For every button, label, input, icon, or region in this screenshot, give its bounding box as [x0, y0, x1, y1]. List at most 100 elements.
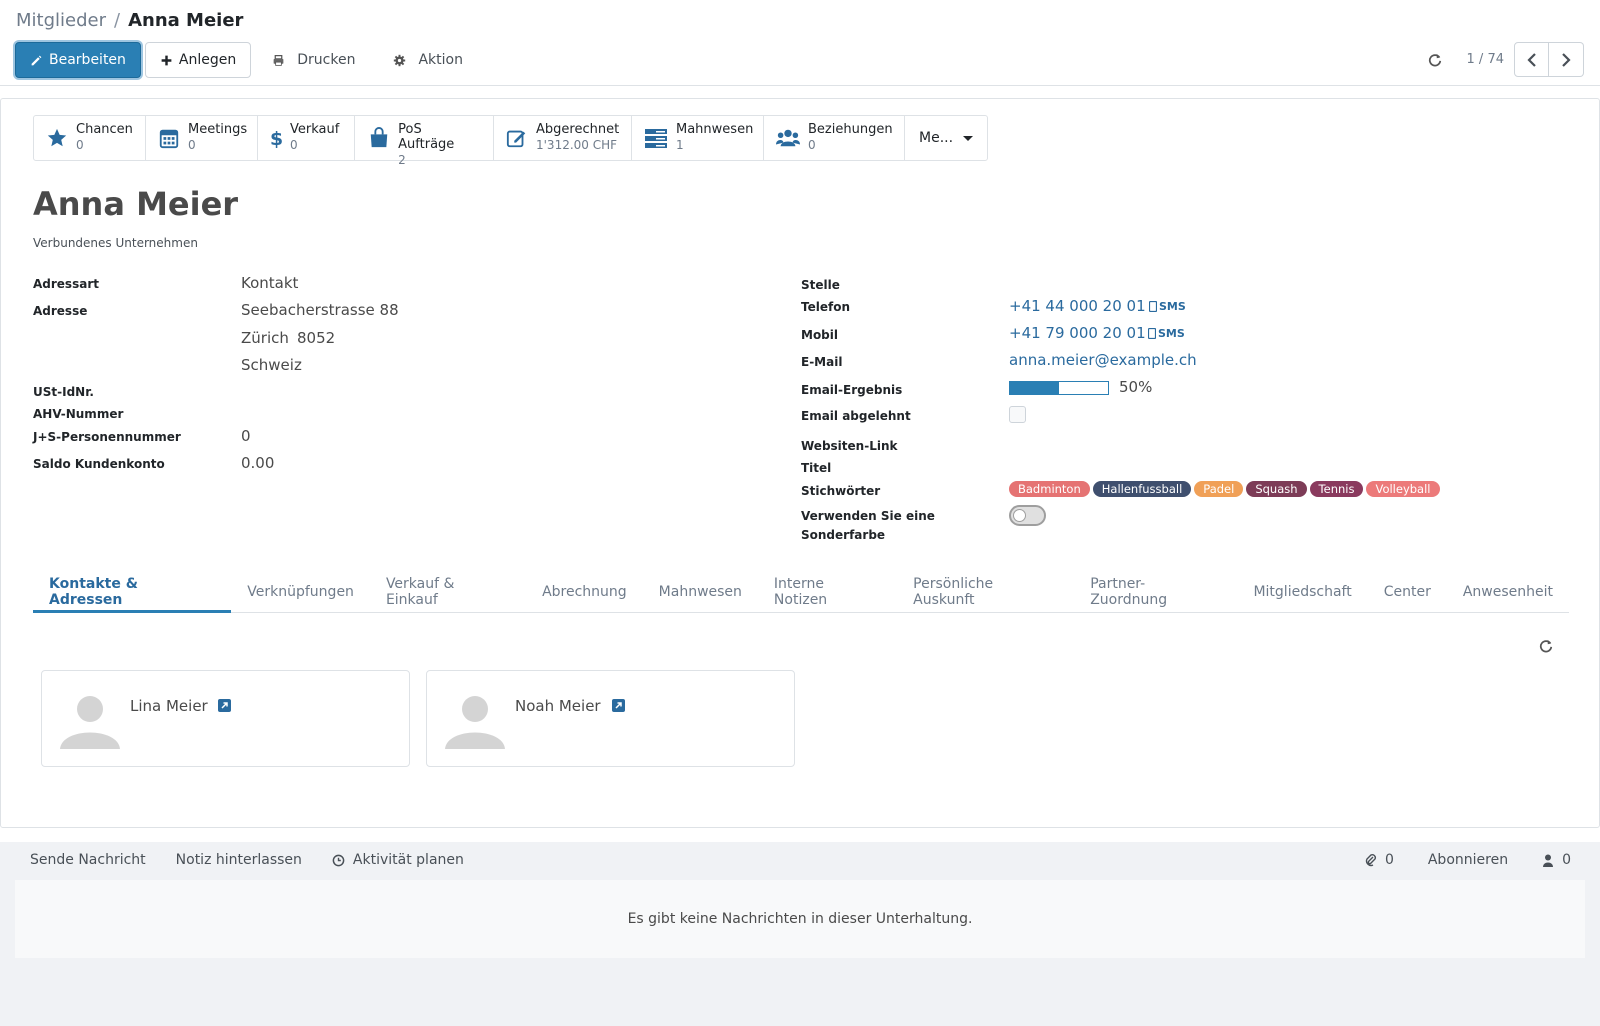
- action-button[interactable]: Aktion: [376, 42, 480, 78]
- pager-next-button[interactable]: [1549, 42, 1584, 77]
- tab-personal-info[interactable]: Persönliche Auskunft: [897, 571, 1074, 613]
- contact-card[interactable]: Noah Meier: [426, 670, 795, 767]
- tag-badminton[interactable]: Badminton: [1009, 481, 1090, 497]
- tab-links[interactable]: Verknüpfungen: [231, 571, 370, 613]
- contacts-refresh-button[interactable]: [1539, 639, 1553, 657]
- schedule-activity-button[interactable]: Aktivität planen: [317, 852, 479, 868]
- calendar-icon: [158, 126, 180, 150]
- zip-field[interactable]: 8052: [297, 329, 335, 347]
- caret-down-icon: [963, 135, 974, 141]
- tag-squash[interactable]: Squash: [1246, 481, 1307, 497]
- svg-text:$: $: [270, 129, 282, 150]
- stat-button-dunning[interactable]: Mahnwesen 1: [632, 116, 764, 160]
- special-color-toggle[interactable]: [1009, 505, 1046, 526]
- action-button-label: Aktion: [418, 52, 463, 68]
- stat-value: 0: [76, 138, 84, 152]
- chatter-topbar: Sende Nachricht Notiz hinterlassen Aktiv…: [0, 842, 1600, 878]
- address-label: Adresse: [33, 304, 88, 318]
- js-number-value[interactable]: 0: [241, 427, 251, 445]
- tab-center[interactable]: Center: [1368, 571, 1447, 613]
- attachments-count: 0: [1384, 852, 1394, 868]
- create-button-label: Anlegen: [178, 52, 237, 68]
- stat-value: 0: [188, 138, 196, 152]
- company-field[interactable]: Verbundenes Unternehmen: [33, 236, 198, 250]
- avatar-placeholder-icon: [445, 696, 505, 749]
- phone-link[interactable]: +41 44 000 20 01: [1009, 297, 1146, 315]
- stat-value: 1'312.00 CHF: [536, 138, 618, 152]
- stat-button-invoiced[interactable]: Abgerechnet 1'312.00 CHF: [494, 116, 632, 160]
- balance-label: Saldo Kundenkonto: [33, 457, 165, 471]
- attachments-button[interactable]: 0: [1350, 852, 1409, 868]
- pager-previous-button[interactable]: [1514, 42, 1549, 77]
- mobile-link[interactable]: +41 79 000 20 01: [1009, 324, 1146, 342]
- address-type-label: Adressart: [33, 277, 99, 291]
- special-color-label-line1: Verwenden Sie eine: [801, 509, 935, 523]
- stat-value: 0: [290, 138, 298, 152]
- tags-list[interactable]: Badminton Hallenfussball Padel Squash Te…: [1009, 481, 1440, 497]
- js-number-label: J+S-Personennummer: [33, 430, 181, 444]
- city-field[interactable]: Zürich: [241, 329, 289, 347]
- tab-invoicing[interactable]: Abrechnung: [526, 571, 643, 613]
- phone-sms-label: SMS: [1159, 300, 1186, 313]
- stat-button-meetings[interactable]: Meetings 0: [146, 116, 258, 160]
- tag-tennis[interactable]: Tennis: [1309, 481, 1364, 497]
- mobile-phone-icon: [1148, 328, 1156, 339]
- breadcrumb-parent-link[interactable]: Mitglieder: [16, 10, 106, 31]
- follow-button[interactable]: Abonnieren: [1413, 852, 1523, 868]
- empty-thread-message: Es gibt keine Nachrichten in dieser Unte…: [627, 911, 973, 927]
- tab-membership[interactable]: Mitgliedschaft: [1237, 571, 1367, 613]
- send-message-button[interactable]: Sende Nachricht: [15, 852, 161, 868]
- tab-partner-assignment[interactable]: Partner-Zuordnung: [1074, 571, 1237, 613]
- pager-value[interactable]: 1 / 74: [1467, 52, 1504, 67]
- stat-button-relations[interactable]: Beziehungen 0: [764, 116, 905, 160]
- tab-contacts-addresses[interactable]: Kontakte & Adressen: [33, 571, 232, 613]
- chevron-right-icon: [1562, 52, 1571, 67]
- tag-padel[interactable]: Padel: [1194, 481, 1244, 497]
- stat-title: Abgerechnet: [536, 122, 620, 137]
- stat-button-opportunities[interactable]: Chancen 0: [34, 116, 146, 160]
- email-declined-checkbox[interactable]: [1009, 406, 1026, 423]
- tab-attendance[interactable]: Anwesenheit: [1447, 571, 1569, 613]
- vat-label: USt-IdNr.: [33, 385, 94, 399]
- print-icon: [273, 54, 284, 66]
- tag-volleyball[interactable]: Volleyball: [1366, 481, 1440, 497]
- followers-button[interactable]: 0: [1527, 852, 1586, 868]
- contact-card[interactable]: Lina Meier: [41, 670, 410, 767]
- record-title[interactable]: Anna Meier: [33, 185, 238, 223]
- phone-sms-button[interactable]: SMS: [1149, 300, 1186, 313]
- tab-sales-purchase[interactable]: Verkauf & Einkauf: [370, 571, 526, 613]
- external-link-icon[interactable]: [612, 699, 625, 712]
- clock-icon: [332, 854, 345, 866]
- tab-internal-notes[interactable]: Interne Notizen: [758, 571, 897, 613]
- email-label: E-Mail: [801, 355, 843, 369]
- print-button[interactable]: Drucken: [255, 42, 372, 78]
- balance-value: 0.00: [241, 454, 275, 472]
- special-color-label: Verwenden Sie eine Sonderfarbe: [801, 507, 935, 545]
- external-link-icon[interactable]: [218, 699, 231, 712]
- chevron-left-icon: [1526, 52, 1536, 67]
- form-sheet: Chancen 0 Meetings 0 $ Verkauf 0 PoS Aufträ…: [0, 98, 1600, 828]
- star-icon: [46, 126, 68, 150]
- log-note-button[interactable]: Notiz hinterlassen: [161, 852, 317, 868]
- contact-name: Lina Meier: [130, 697, 208, 715]
- reload-button[interactable]: [1421, 43, 1449, 77]
- edit-button[interactable]: Bearbeiten: [15, 42, 141, 78]
- stat-more-dropdown[interactable]: Me...: [905, 116, 987, 160]
- tag-hallenfussball[interactable]: Hallenfussball: [1092, 481, 1192, 497]
- chatter: Sende Nachricht Notiz hinterlassen Aktiv…: [0, 842, 1600, 1026]
- email-link[interactable]: anna.meier@example.ch: [1009, 351, 1197, 369]
- street-field[interactable]: Seebacherstrasse 88: [241, 301, 399, 319]
- avatar-placeholder-icon: [60, 696, 120, 749]
- toggle-knob: [1013, 509, 1026, 522]
- dollar-icon: $: [270, 126, 282, 150]
- stat-button-sales[interactable]: $ Verkauf 0: [258, 116, 355, 160]
- tab-dunning[interactable]: Mahnwesen: [643, 571, 758, 613]
- title-label: Titel: [801, 461, 832, 475]
- create-button[interactable]: Anlegen: [144, 42, 252, 78]
- refresh-icon: [1539, 639, 1553, 653]
- mobile-sms-button[interactable]: SMS: [1148, 327, 1185, 340]
- address-type-value[interactable]: Kontakt: [241, 274, 298, 292]
- country-field[interactable]: Schweiz: [241, 356, 302, 374]
- notebook-tabs: Kontakte & Adressen Verknüpfungen Verkau…: [33, 571, 1569, 613]
- stat-button-pos-orders[interactable]: PoS Aufträge 2: [355, 116, 494, 167]
